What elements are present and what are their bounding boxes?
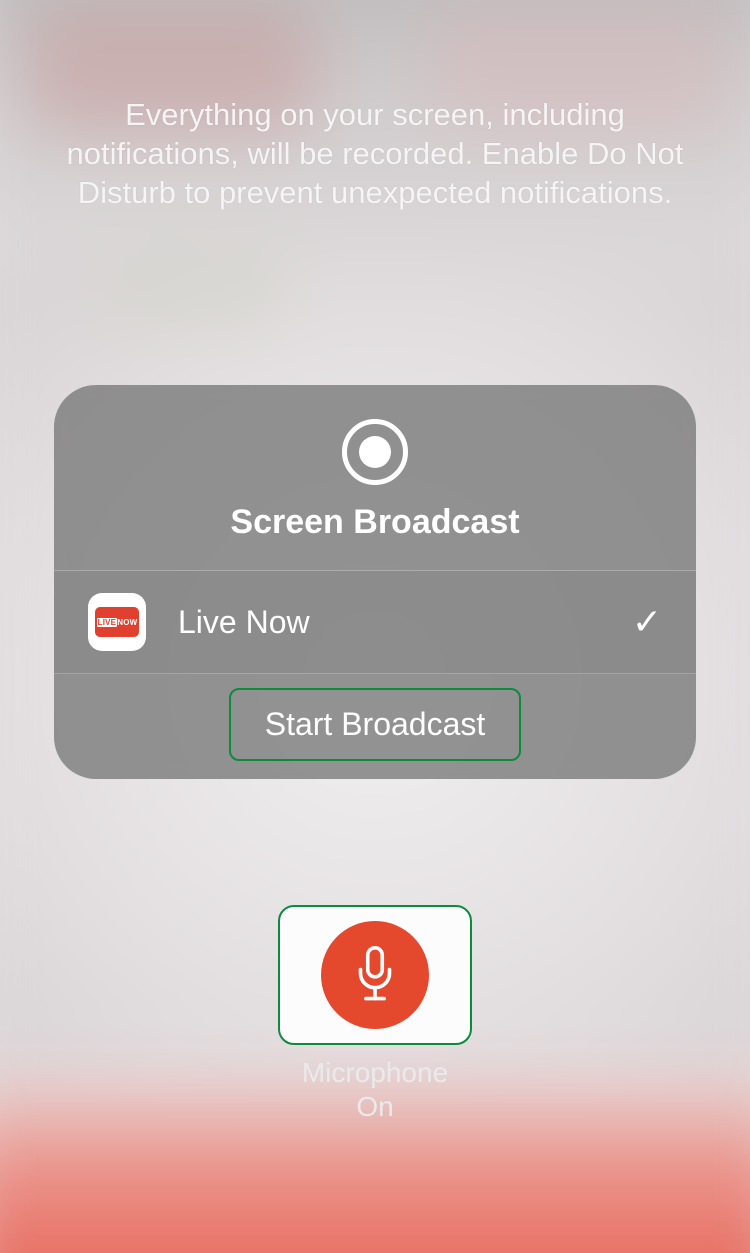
microphone-label: Microphone: [278, 1057, 472, 1089]
card-title: Screen Broadcast: [230, 503, 519, 542]
live-now-app-icon: LIVENOW: [88, 593, 146, 651]
card-header: Screen Broadcast: [54, 385, 696, 570]
microphone-icon: [321, 921, 429, 1029]
action-row: Start Broadcast: [54, 674, 696, 779]
record-icon: [342, 419, 408, 485]
live-now-badge: LIVENOW: [95, 607, 139, 637]
recording-notice-text: Everything on your screen, including not…: [60, 96, 690, 212]
microphone-toggle-button[interactable]: [278, 905, 472, 1045]
screen-broadcast-card: Screen Broadcast LIVENOW Live Now ✓ Star…: [54, 385, 696, 779]
start-broadcast-button[interactable]: Start Broadcast: [229, 688, 522, 761]
checkmark-icon: ✓: [632, 601, 662, 643]
microphone-state: On: [278, 1091, 472, 1123]
broadcast-app-row[interactable]: LIVENOW Live Now ✓: [54, 570, 696, 674]
record-icon-dot: [359, 436, 391, 468]
broadcast-app-name: Live Now: [178, 604, 632, 641]
microphone-block: Microphone On: [278, 905, 472, 1123]
